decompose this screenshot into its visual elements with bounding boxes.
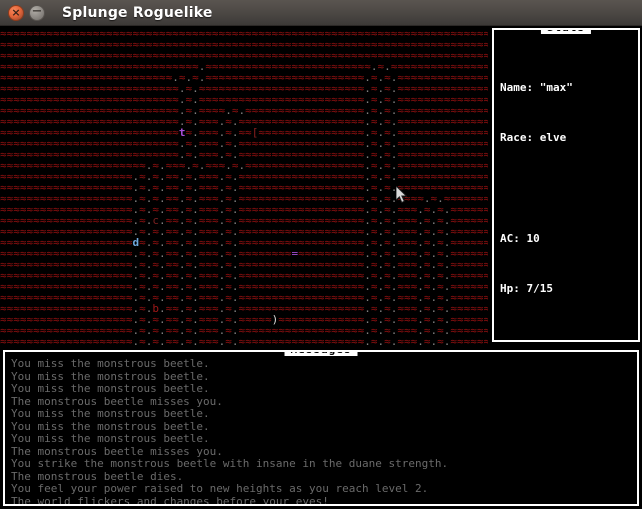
stats-panel-border: Stats Name: "max" Race: elve AC: 10 Hp: … [492, 28, 640, 342]
message-line: You miss the monstrous beetle. [11, 358, 210, 370]
stats-spacer-1 [500, 183, 638, 196]
map-row: ≈≈≈≈≈≈≈≈≈≈≈≈≈≈≈≈≈≈≈≈.≈.≈.≈≈.≈.≈≈≈.≈.≈≈≈≈… [0, 335, 488, 346]
stat-name-label: Name: [500, 80, 534, 94]
dungeon-map[interactable]: ≈≈≈≈≈≈≈≈≈≈≈≈≈≈≈≈≈≈≈≈≈≈≈≈≈≈≈≈≈≈≈≈≈≈≈≈≈≈≈≈… [0, 26, 488, 346]
message-line: You miss the monstrous beetle. [11, 382, 210, 395]
close-icon: × [11, 5, 21, 19]
stats-lines: Name: "max" Race: elve AC: 10 Hp: 7/15 S… [500, 44, 638, 340]
messages-panel-border: Messages You miss the monstrous beetle.Y… [3, 350, 639, 506]
stat-hp-label: Hp: [500, 282, 520, 296]
map-grid: ≈≈≈≈≈≈≈≈≈≈≈≈≈≈≈≈≈≈≈≈≈≈≈≈≈≈≈≈≈≈≈≈≈≈≈≈≈≈≈≈… [0, 28, 488, 346]
stat-hp-row: Hp: 7/15 [500, 282, 638, 296]
messages-panel-title: Messages [284, 352, 358, 356]
window-titlebar: × − Splunge Roguelike [0, 0, 642, 26]
stat-name-value: "max" [539, 80, 573, 94]
window-title: Splunge Roguelike [62, 4, 213, 21]
application-window: × − Splunge Roguelike ≈≈≈≈≈≈≈≈≈≈≈≈≈≈≈≈≈≈… [0, 0, 642, 509]
stats-panel: Stats Name: "max" Race: elve AC: 10 Hp: … [488, 26, 642, 346]
minimize-button[interactable]: − [29, 3, 45, 21]
message-line: The world flickers and changes before yo… [11, 494, 329, 504]
close-button[interactable]: × [8, 4, 24, 21]
stat-race-value: elve [539, 131, 567, 145]
stat-ac-label: AC: [500, 231, 520, 245]
message-line: You miss the monstrous beetle. [11, 432, 210, 445]
message-line: You miss the monstrous beetle. [11, 407, 210, 420]
stat-name-row: Name: "max" [500, 80, 638, 95]
message-line: You strike the monstrous beetle with ins… [11, 457, 449, 470]
stat-race-label: Race: [500, 131, 534, 145]
minimize-icon: − [31, 3, 43, 19]
stats-spacer-2 [500, 334, 638, 340]
upper-region: ≈≈≈≈≈≈≈≈≈≈≈≈≈≈≈≈≈≈≈≈≈≈≈≈≈≈≈≈≈≈≈≈≈≈≈≈≈≈≈≈… [0, 26, 642, 346]
stat-ac-row: AC: 10 [500, 231, 638, 246]
game-content: ≈≈≈≈≈≈≈≈≈≈≈≈≈≈≈≈≈≈≈≈≈≈≈≈≈≈≈≈≈≈≈≈≈≈≈≈≈≈≈≈… [0, 26, 642, 509]
messages-region: Messages You miss the monstrous beetle.Y… [0, 346, 642, 509]
message-log[interactable]: You miss the monstrous beetle. You miss t… [11, 358, 635, 504]
stat-ac-value: 10 [526, 231, 540, 245]
stat-race-row: Race: elve [500, 131, 638, 145]
stat-hp-value: 7/15 [526, 282, 554, 296]
stats-panel-title: Stats [540, 30, 592, 34]
message-line: You feel your power raised to new height… [11, 482, 429, 495]
